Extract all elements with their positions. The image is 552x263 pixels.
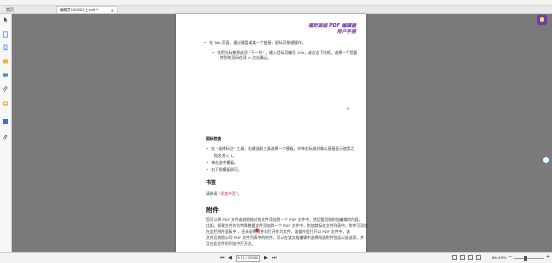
- paperclip-icon[interactable]: [2, 134, 9, 141]
- page-number-field[interactable]: 9 (1 / 2000): [236, 255, 260, 262]
- page-header-title: 福昕高级 PDF 编辑器 用户手册: [308, 24, 356, 36]
- search-icon[interactable]: [2, 118, 9, 125]
- body-line: 且在此文件的列出中打开文。: [206, 241, 256, 246]
- bookmark-text-prefix: 请参阅 “: [206, 191, 221, 196]
- attachment-icon[interactable]: [2, 86, 9, 93]
- status-bar: ⏮ ◀ 9 (1 / 2000) ▶ ⏭ 86.49% − +: [0, 252, 552, 263]
- bullet-item: 右下角模板即可。: [206, 167, 241, 172]
- zoom-slider[interactable]: [514, 258, 544, 259]
- bullet-item: 单击选中模板。: [206, 160, 238, 165]
- attachment-heading: 附件: [206, 206, 219, 214]
- single-page-view-icon[interactable]: [452, 255, 457, 260]
- zoom-slider-handle[interactable]: [524, 256, 527, 261]
- zoom-out-button[interactable]: −: [508, 254, 512, 260]
- ai-assistant-icon[interactable]: [537, 15, 547, 25]
- tab-home[interactable]: 首页: [6, 7, 14, 13]
- page-number: 9: [347, 107, 350, 111]
- continuous-view-icon[interactable]: [460, 255, 465, 260]
- body-line: 您可以将 PDF 文件或其他格式的文件添加到一个 PDF 文件中，然后整页和附加…: [206, 217, 363, 222]
- first-page-button[interactable]: ⏮: [220, 255, 225, 261]
- prev-page-button[interactable]: ◀: [228, 255, 232, 261]
- cursor-icon[interactable]: [2, 16, 9, 23]
- zoom-in-button[interactable]: +: [546, 254, 550, 260]
- pdf-page[interactable]: 福昕高级 PDF 编辑器 用户手册 在 Tab 页面，通过键盘或某一个链接，鼠标…: [176, 14, 368, 252]
- tab-bar: 首页 编程员150002上.pdf * ×: [0, 6, 552, 14]
- tab-document[interactable]: 编程员150002上.pdf * ×: [56, 6, 118, 13]
- body-line: 文件及其他公司 PDF 文件列表中的附件，可以在该文档编辑中选择所选附件包括以该…: [206, 235, 364, 240]
- two-page-view-icon[interactable]: [468, 255, 473, 260]
- header-title-line2: 用户手册: [336, 30, 356, 35]
- bullet-item: 在 “选择标注” 工具，右键选取工具选择一个模板，并单击标准对象以直接显示使用之: [206, 146, 354, 151]
- tab-document-label: 编程员150002上.pdf *: [60, 8, 99, 12]
- layers-icon[interactable]: [2, 58, 9, 65]
- page-icon[interactable]: [2, 31, 9, 38]
- zoom-level[interactable]: 86.49%: [492, 255, 506, 260]
- comment-icon[interactable]: [2, 72, 9, 79]
- bookmark-icon[interactable]: [2, 44, 9, 51]
- bookmark-text: 请参阅 “添加书签”。: [206, 191, 242, 196]
- section-heading: 图标检查: [206, 136, 222, 141]
- bullet-item-continued: 指名进入 1。: [214, 153, 237, 158]
- close-tab-icon[interactable]: ×: [111, 7, 114, 13]
- side-panel-toggle-icon[interactable]: [542, 156, 550, 164]
- body-line: 在此栏附件面板中 ，还未说明附件对打开作为文件，该操作会打开以 PDF 文件中，…: [206, 229, 350, 234]
- left-panel-sidebar: [0, 14, 12, 252]
- next-page-button[interactable]: ▶: [264, 255, 268, 261]
- bookmark-link[interactable]: 添加书签: [221, 191, 236, 196]
- attachment-star-icon: [254, 227, 260, 233]
- bookmark-text-suffix: ”。: [235, 191, 242, 196]
- last-page-button[interactable]: ⏭: [272, 255, 277, 261]
- body-line: 比如，如果文件作为特殊数据文件添加到一个 PDF 文件中，附加就标在文件列表中，…: [206, 223, 368, 228]
- signature-icon[interactable]: [2, 100, 9, 107]
- body-line: 在 Tab 页面，通过键盘或某一个链接，鼠标可按键操作。: [204, 40, 305, 45]
- bookmark-heading: 书签: [206, 180, 217, 186]
- fit-width-icon[interactable]: [476, 255, 481, 260]
- body-line: 转到的页码在项 > 点击确认。: [220, 55, 272, 60]
